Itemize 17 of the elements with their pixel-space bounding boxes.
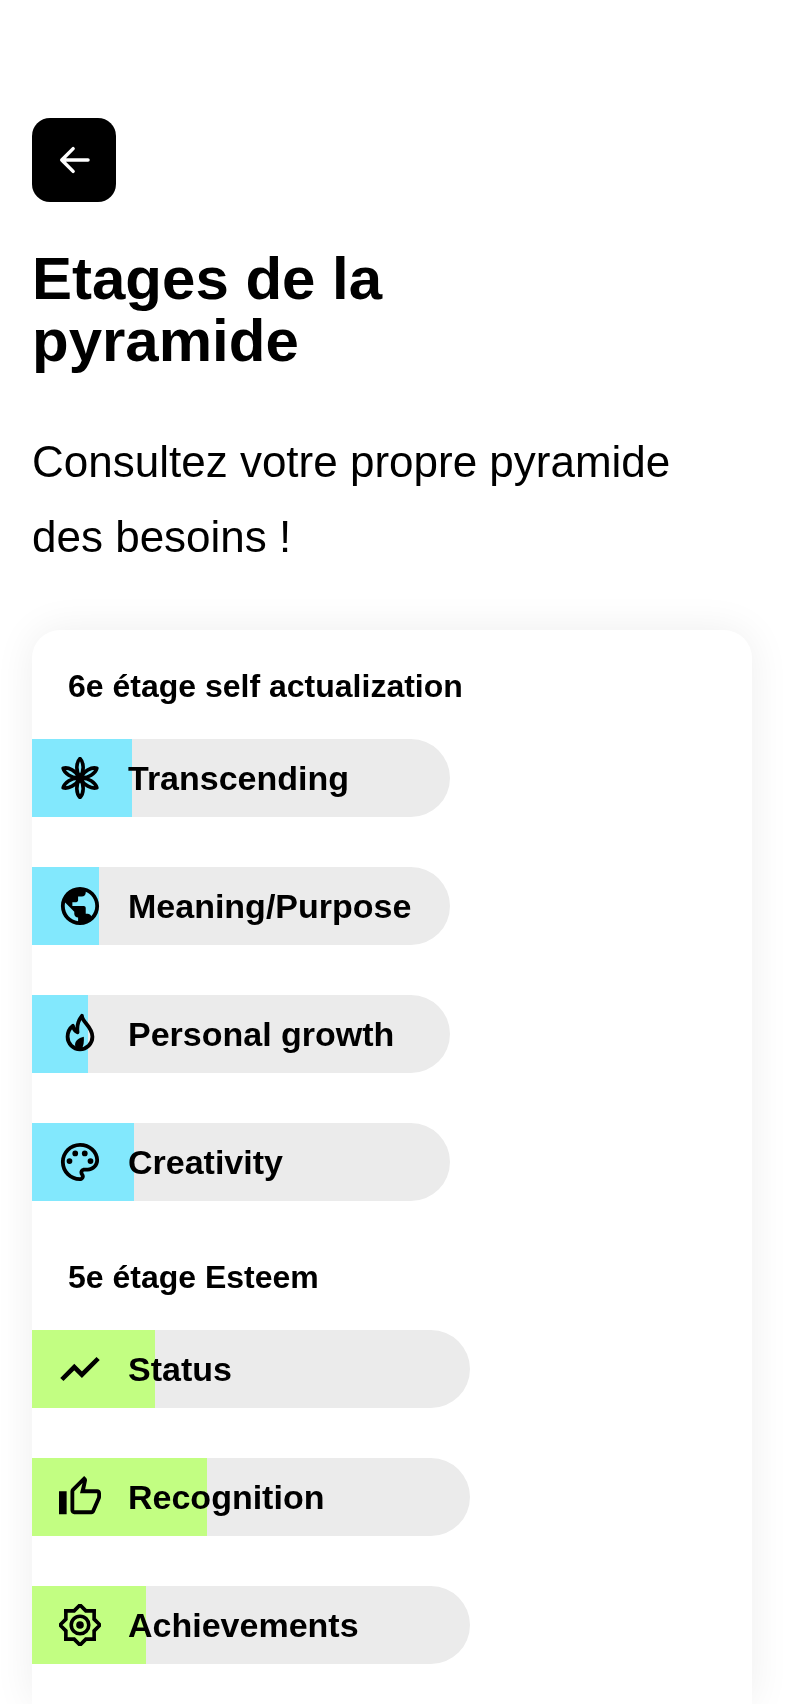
section-heading: 6e étage self actualization [68,667,463,706]
page-subtitle: Consultez votre propre pyramide des besoins ! [32,436,672,563]
need-label: Status [128,1349,232,1389]
need-label: Recognition [128,1477,325,1517]
need-label: Transcending [128,758,350,798]
need-label: Meaning/Purpose [128,886,412,926]
arrow-left-icon [58,146,90,174]
star-badge-icon [59,1604,101,1646]
page-title: Etages de la pyramide [32,248,384,372]
globe-icon [59,885,101,927]
back-button[interactable] [32,118,116,202]
flower-icon [59,757,101,799]
need-label: Achievements [128,1605,359,1645]
need-label: Personal growth [128,1014,395,1054]
section-heading: 5e étage Esteem [68,1258,319,1297]
need-label: Creativity [128,1142,283,1182]
palette-icon [59,1141,101,1183]
